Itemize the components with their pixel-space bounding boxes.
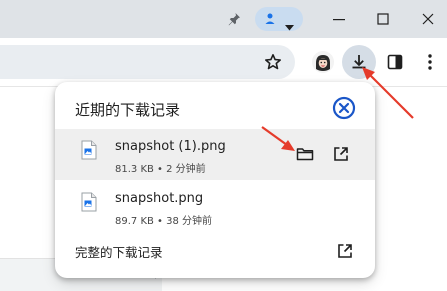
maximize-icon[interactable] <box>371 8 395 30</box>
close-icon[interactable] <box>416 8 440 30</box>
star-icon[interactable] <box>261 50 285 74</box>
download-item[interactable]: snapshot (1).png 81.3 KB • 2 分钟前 <box>55 129 375 180</box>
more-vert-icon[interactable] <box>418 50 442 74</box>
download-filename: snapshot.png <box>115 191 204 206</box>
side-panel-icon[interactable] <box>383 50 407 74</box>
download-filename: snapshot (1).png <box>115 139 226 154</box>
open-in-new-icon[interactable] <box>333 239 357 263</box>
download-item[interactable]: snapshot.png 89.7 KB • 38 分钟前 <box>55 181 375 232</box>
download-meta: 81.3 KB • 2 分钟前 <box>115 164 206 175</box>
folder-icon[interactable] <box>293 142 317 166</box>
pin-icon[interactable] <box>222 8 246 30</box>
extension-avatar[interactable] <box>312 51 334 73</box>
close-circle-icon[interactable] <box>332 96 356 120</box>
downloads-bubble-title: 近期的下载记录 <box>75 101 181 119</box>
png-file-icon <box>81 140 97 164</box>
open-in-new-icon[interactable] <box>329 142 353 166</box>
png-file-icon <box>81 192 97 216</box>
downloads-bubble: 近期的下载记录 snapshot (1).png 81.3 KB • 2 分钟前 <box>55 82 375 278</box>
browser-window: › 近期的下载记录 snapshot (1).png 81.3 KB • 2 分… <box>0 0 447 291</box>
profile-chip[interactable] <box>255 7 303 31</box>
address-bar[interactable] <box>0 45 295 79</box>
person-icon <box>263 11 277 31</box>
minimize-icon[interactable] <box>327 8 351 30</box>
download-meta: 89.7 KB • 38 分钟前 <box>115 216 213 227</box>
download-icon[interactable] <box>342 45 376 79</box>
full-download-history-link[interactable]: 完整的下载记录 <box>75 242 163 261</box>
chevron-down-icon <box>285 16 294 35</box>
